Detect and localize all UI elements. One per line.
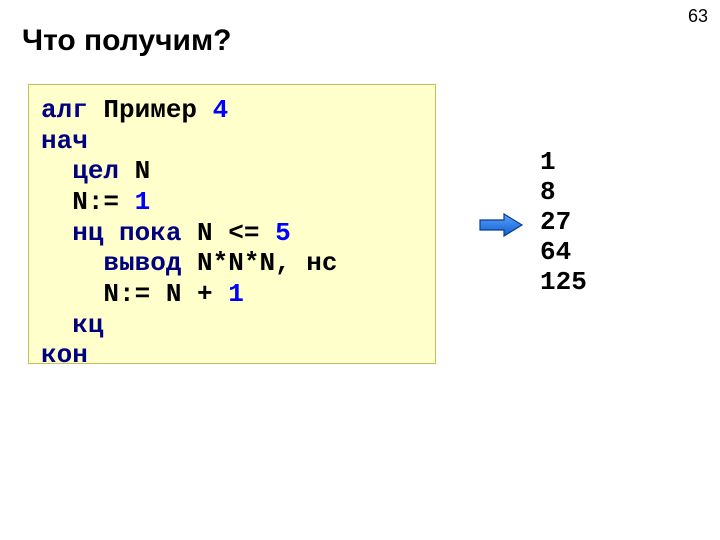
keyword: кц [72,310,103,340]
keyword: вывод [103,248,181,278]
code-line: цел N [41,156,423,187]
keyword: цел [72,156,119,186]
code-line: N:= 1 [41,187,423,218]
code-line: вывод N*N*N, нс [41,248,423,279]
keyword: кон [41,340,88,370]
code-line: кц [41,310,423,341]
output-block: 1 8 27 64 125 [540,148,587,297]
code-text: N:= [103,279,150,309]
code-text: Пример [88,95,213,125]
code-text: N*N*N, нс [181,248,337,278]
number: 1 [228,279,244,309]
page-number: 63 [688,6,708,27]
output-line: 8 [540,178,587,208]
code-line: алг Пример 4 [41,95,423,126]
output-line: 125 [540,268,587,298]
code-text: N <= [181,218,259,248]
keyword: нач [41,126,88,156]
output-line: 64 [540,238,587,268]
code-text: N [119,156,150,186]
code-line: нач [41,126,423,157]
number: 1 [135,187,151,217]
code-text: N + [166,279,213,309]
arrow-icon [478,212,524,238]
code-block: алг Пример 4 нач цел N N:= 1 нц пока N <… [28,84,436,364]
code-line: кон [41,340,423,371]
keyword: алг [41,95,88,125]
keyword: нц пока [72,218,181,248]
number: 4 [213,95,229,125]
code-line: N:= N + 1 [41,279,423,310]
code-text: N:= [72,187,119,217]
code-line: нц пока N <= 5 [41,218,423,249]
page-title: Что получим? [0,0,720,58]
output-line: 1 [540,148,587,178]
output-line: 27 [540,208,587,238]
number: 5 [275,218,291,248]
